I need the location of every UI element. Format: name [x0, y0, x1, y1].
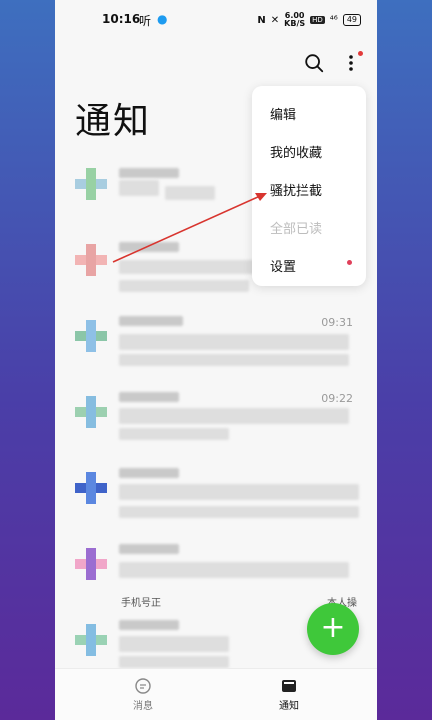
menu-item-edit[interactable]: 编辑 [270, 104, 296, 123]
nfc-icon: N [257, 14, 266, 26]
page-title: 通知 [75, 101, 152, 142]
avatar [75, 396, 107, 428]
menu-item-mark-all-read: 全部已读 [270, 222, 323, 237]
avatar [75, 168, 107, 200]
status-time: 10:16 [102, 12, 141, 26]
net-speed: 6.00 KB/S [284, 11, 306, 28]
list-item[interactable]: 09:31 [55, 302, 377, 378]
qq-icon: ● [157, 12, 168, 26]
bottom-nav: 消息 通知 [55, 668, 377, 720]
row-time: 09:31 [321, 316, 353, 329]
overflow-menu: 编辑 我的收藏 骚扰拦截 全部已读 设置 [252, 86, 366, 286]
nav-messages[interactable]: 消息 [113, 677, 173, 712]
notification-dot [358, 51, 363, 56]
inbox-icon [282, 680, 296, 692]
nav-notifications-label: 通知 [279, 701, 299, 712]
list-item[interactable] [55, 454, 377, 530]
chat-icon [135, 678, 151, 694]
list-item[interactable]: 手机号正 本人操 [55, 530, 377, 609]
search-icon[interactable] [303, 52, 325, 74]
status-bar: 10:16 听 ● N ✕ 6.00 KB/S HD ⁴⁶ 49 [55, 0, 377, 40]
signal-icon: ⁴⁶ [329, 14, 338, 26]
avatar [75, 624, 107, 656]
avatar [75, 472, 107, 504]
phone-screen: 10:16 听 ● N ✕ 6.00 KB/S HD ⁴⁶ 49 通知 09:3… [55, 0, 377, 720]
mute-icon: ✕ [270, 14, 280, 26]
hd-badge: HD [310, 16, 325, 24]
add-button[interactable]: + [307, 603, 359, 655]
nav-notifications[interactable]: 通知 [259, 677, 319, 712]
row-time: 09:22 [321, 392, 353, 405]
menu-item-settings[interactable]: 设置 [270, 256, 296, 275]
battery-icon: 49 [342, 14, 361, 26]
avatar [75, 244, 107, 276]
more-options-icon[interactable] [343, 51, 363, 74]
settings-badge-dot [347, 260, 352, 265]
nav-messages-label: 消息 [133, 701, 153, 712]
list-item[interactable]: 09:22 [55, 378, 377, 454]
menu-item-favorites[interactable]: 我的收藏 [270, 142, 322, 161]
status-app-label: 听 [139, 14, 152, 28]
menu-item-harassment-block[interactable]: 骚扰拦截 [270, 180, 322, 199]
status-icons: N ✕ 6.00 KB/S HD ⁴⁶ 49 [257, 12, 361, 28]
top-actions [303, 51, 363, 74]
avatar [75, 548, 107, 580]
avatar [75, 320, 107, 352]
